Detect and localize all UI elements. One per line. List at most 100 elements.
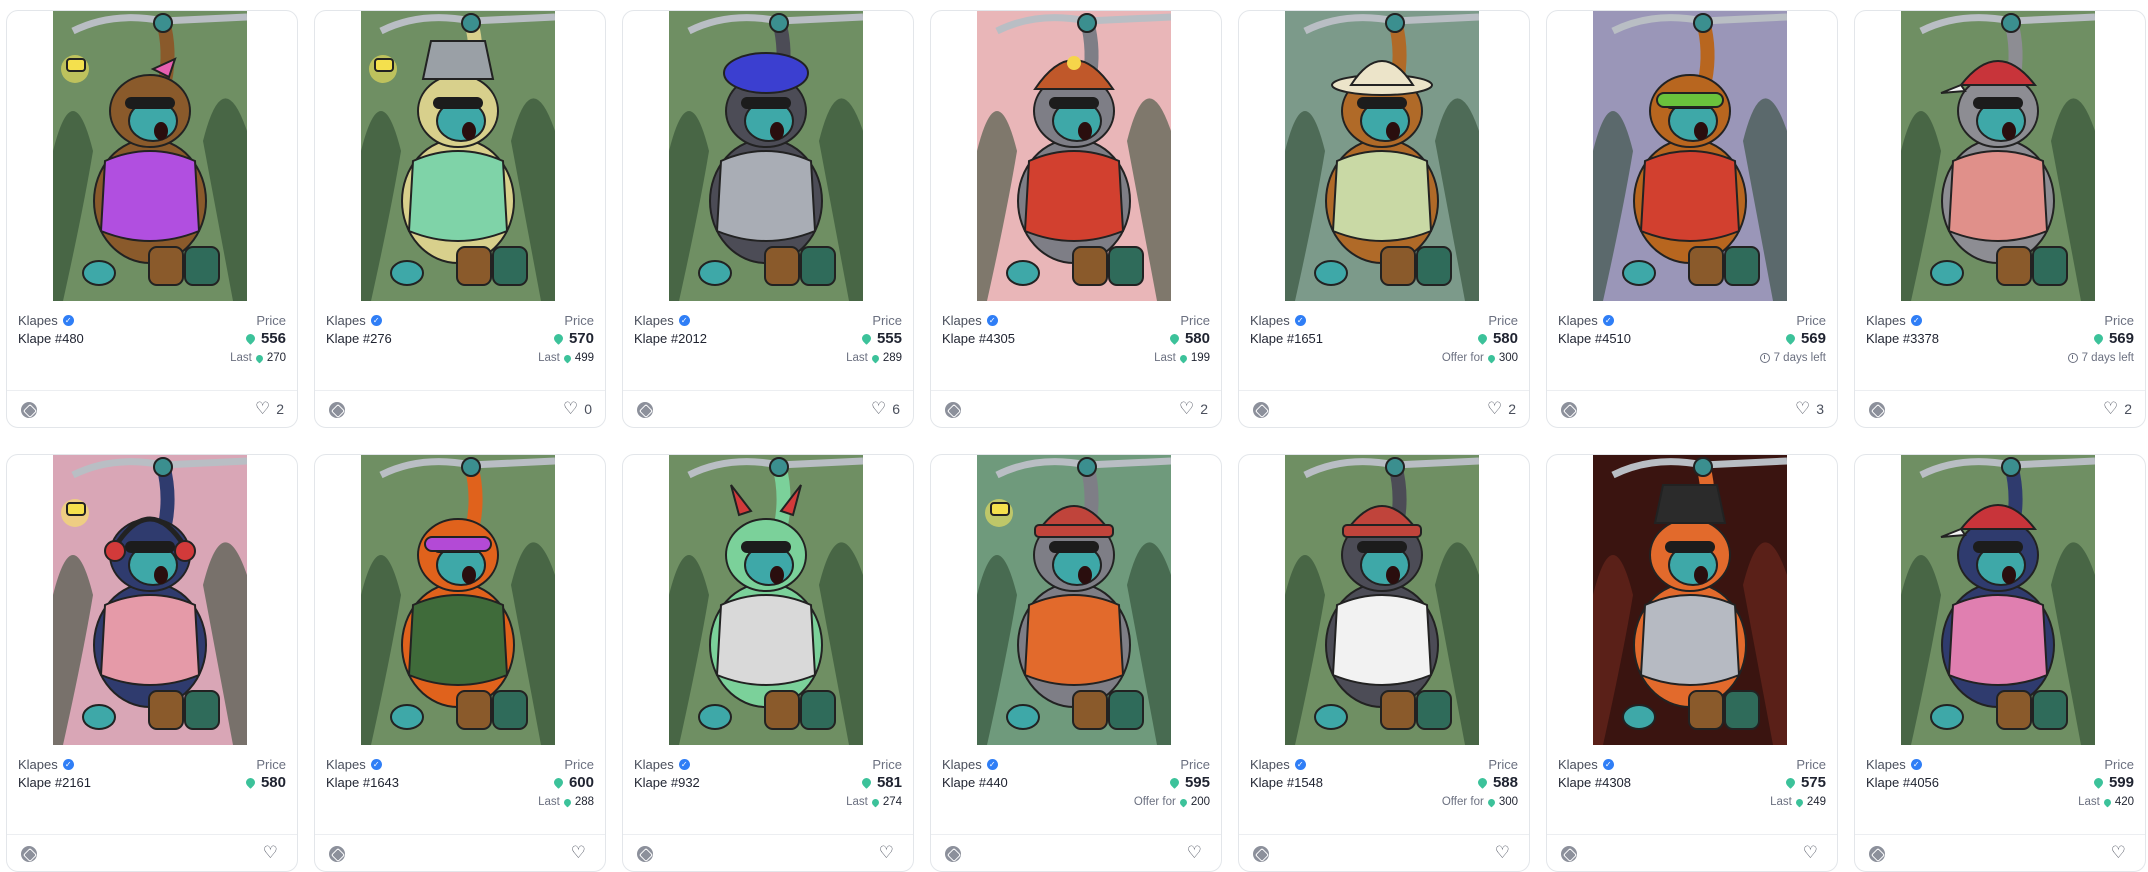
nft-artwork[interactable] [1901, 455, 2095, 745]
collection-name[interactable]: Klapes ✓ [326, 757, 382, 772]
like-button[interactable]: ♡ 2 [2103, 400, 2132, 417]
collection-label: Klapes [18, 313, 58, 328]
like-button[interactable]: ♡ 0 [563, 400, 592, 417]
heart-icon: ♡ [2110, 843, 2126, 862]
nft-artwork[interactable] [1285, 455, 1479, 745]
nft-artwork[interactable] [1901, 11, 2095, 301]
nft-card[interactable]: Klapes ✓ Klape #4056 Price 599 Last 420 … [1854, 454, 2146, 872]
collection-name[interactable]: Klapes ✓ [942, 757, 998, 772]
collection-name[interactable]: Klapes ✓ [18, 313, 74, 328]
like-button[interactable]: ♡ [1187, 844, 1208, 861]
like-button[interactable]: ♡ 2 [255, 400, 284, 417]
nft-name[interactable]: Klape #2161 [18, 775, 91, 790]
nft-card[interactable]: Klapes ✓ Klape #932 Price 581 Last 274 ♡ [622, 454, 914, 872]
price-amount: 569 [2108, 330, 2134, 347]
nft-name[interactable]: Klape #276 [326, 331, 392, 346]
subtext-label: Last [1154, 352, 1176, 364]
nft-card[interactable]: Klapes ✓ Klape #1643 Price 600 Last 288 … [314, 454, 606, 872]
nft-artwork[interactable] [1593, 11, 1787, 301]
price-value: 581 [860, 774, 902, 791]
price-amount: 569 [1800, 330, 1826, 347]
nft-name[interactable]: Klape #1651 [1250, 331, 1323, 346]
collection-name[interactable]: Klapes ✓ [326, 313, 382, 328]
nft-card[interactable]: Klapes ✓ Klape #440 Price 595 Offer for … [930, 454, 1222, 872]
nft-card[interactable]: Klapes ✓ Klape #2161 Price 580 ♡ [6, 454, 298, 872]
nft-grid: Klapes ✓ Klape #480 Price 556 Last 270 ♡… [6, 10, 2146, 872]
collection-name[interactable]: Klapes ✓ [1558, 313, 1614, 328]
price-amount: 588 [1492, 774, 1518, 791]
price-subtext: 7 days left [2067, 352, 2134, 364]
like-button[interactable]: ♡ [1803, 844, 1824, 861]
chain-icon [637, 846, 653, 862]
nft-artwork[interactable] [669, 455, 863, 745]
like-button[interactable]: ♡ 2 [1179, 400, 1208, 417]
collection-name[interactable]: Klapes ✓ [1250, 757, 1306, 772]
nft-name[interactable]: Klape #480 [18, 331, 84, 346]
clock-icon [2067, 353, 2078, 363]
nft-card[interactable]: Klapes ✓ Klape #4510 Price 569 7 days le… [1546, 10, 1838, 428]
nft-name[interactable]: Klape #440 [942, 775, 1008, 790]
like-button[interactable]: ♡ 6 [871, 400, 900, 417]
heart-icon: ♡ [1494, 843, 1510, 862]
nft-artwork[interactable] [977, 455, 1171, 745]
collection-label: Klapes [942, 313, 982, 328]
nft-card[interactable]: Klapes ✓ Klape #4305 Price 580 Last 199 … [930, 10, 1222, 428]
currency-gem-icon [1784, 776, 1797, 789]
collection-name[interactable]: Klapes ✓ [1866, 757, 1922, 772]
nft-name[interactable]: Klape #4510 [1558, 331, 1631, 346]
price-label: Price [1488, 313, 1518, 328]
card-footer: ♡ 2 [1239, 390, 1529, 427]
collection-name[interactable]: Klapes ✓ [942, 313, 998, 328]
nft-name[interactable]: Klape #2012 [634, 331, 707, 346]
nft-card[interactable]: Klapes ✓ Klape #480 Price 556 Last 270 ♡… [6, 10, 298, 428]
collection-name[interactable]: Klapes ✓ [634, 757, 690, 772]
price-amount: 575 [1800, 774, 1826, 791]
like-button[interactable]: ♡ [1495, 844, 1516, 861]
nft-name[interactable]: Klape #4305 [942, 331, 1015, 346]
nft-name[interactable]: Klape #3378 [1866, 331, 1939, 346]
like-button[interactable]: ♡ [2111, 844, 2132, 861]
currency-gem-icon [1168, 776, 1181, 789]
collection-label: Klapes [1250, 313, 1290, 328]
like-button[interactable]: ♡ [263, 844, 284, 861]
collection-name[interactable]: Klapes ✓ [1866, 313, 1922, 328]
nft-card[interactable]: Klapes ✓ Klape #4308 Price 575 Last 249 … [1546, 454, 1838, 872]
nft-artwork[interactable] [1593, 455, 1787, 745]
nft-card[interactable]: Klapes ✓ Klape #1651 Price 580 Offer for… [1238, 10, 1530, 428]
nft-card[interactable]: Klapes ✓ Klape #1548 Price 588 Offer for… [1238, 454, 1530, 872]
verified-badge-icon: ✓ [1294, 315, 1306, 326]
subtext-label: Offer for [1441, 796, 1484, 808]
nft-artwork[interactable] [977, 11, 1171, 301]
nft-artwork[interactable] [669, 11, 863, 301]
collection-name[interactable]: Klapes ✓ [634, 313, 690, 328]
nft-card[interactable]: Klapes ✓ Klape #3378 Price 569 7 days le… [1854, 10, 2146, 428]
nft-artwork[interactable] [1285, 11, 1479, 301]
price-amount: 595 [1184, 774, 1210, 791]
nft-artwork[interactable] [53, 455, 247, 745]
subtext-label: Last [846, 352, 868, 364]
collection-name[interactable]: Klapes ✓ [1558, 757, 1614, 772]
nft-artwork[interactable] [53, 11, 247, 301]
nft-name[interactable]: Klape #4056 [1866, 775, 1939, 790]
nft-name[interactable]: Klape #4308 [1558, 775, 1631, 790]
nft-artwork[interactable] [361, 455, 555, 745]
collection-label: Klapes [326, 757, 366, 772]
collection-name[interactable]: Klapes ✓ [1250, 313, 1306, 328]
nft-card[interactable]: Klapes ✓ Klape #2012 Price 555 Last 289 … [622, 10, 914, 428]
card-info: Klapes ✓ Klape #4510 Price 569 7 days le… [1558, 311, 1826, 381]
collection-name[interactable]: Klapes ✓ [18, 757, 74, 772]
nft-name[interactable]: Klape #932 [634, 775, 700, 790]
nft-artwork[interactable] [361, 11, 555, 301]
card-footer: ♡ 6 [623, 390, 913, 427]
heart-icon: ♡ [1802, 843, 1818, 862]
nft-card[interactable]: Klapes ✓ Klape #276 Price 570 Last 499 ♡… [314, 10, 606, 428]
like-button[interactable]: ♡ 2 [1487, 400, 1516, 417]
collection-label: Klapes [634, 757, 674, 772]
price-subtext: Last 199 [1154, 352, 1210, 364]
like-button[interactable]: ♡ [879, 844, 900, 861]
nft-name[interactable]: Klape #1548 [1250, 775, 1323, 790]
heart-icon: ♡ [1794, 399, 1811, 418]
nft-name[interactable]: Klape #1643 [326, 775, 399, 790]
like-button[interactable]: ♡ 3 [1795, 400, 1824, 417]
like-button[interactable]: ♡ [571, 844, 592, 861]
